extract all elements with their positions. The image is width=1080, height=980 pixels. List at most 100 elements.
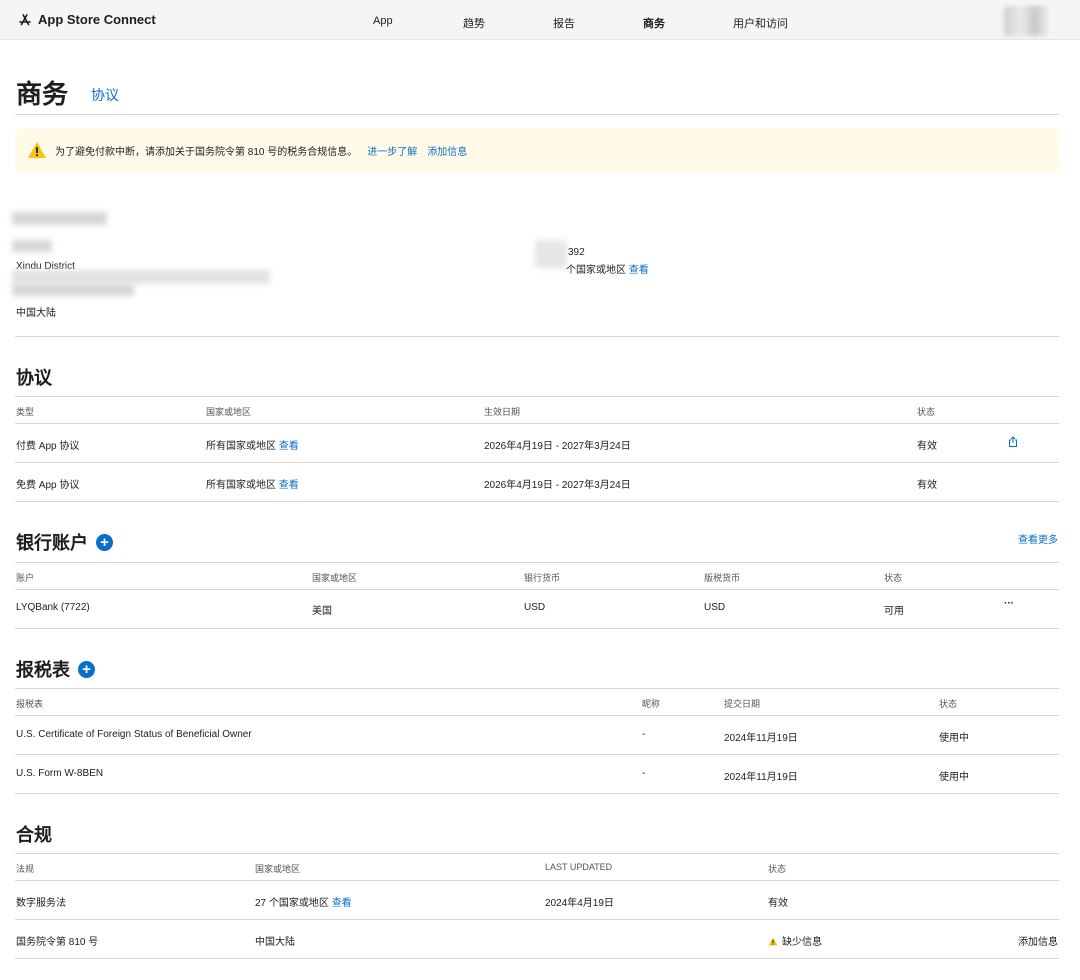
add-info-link[interactable]: 添加信息 xyxy=(427,143,467,158)
nav-item-users-access[interactable]: 用户和访问 xyxy=(733,15,788,31)
table-cell-royalty-currency: USD xyxy=(704,602,726,613)
table-cell-nickname: - xyxy=(642,729,646,740)
paid-app-agreement-link[interactable]: 付费 App 协议 xyxy=(16,437,79,452)
warning-icon xyxy=(768,937,778,946)
digital-services-act-link[interactable]: 数字服务法 xyxy=(16,894,66,909)
nav-item-business[interactable]: 商务 xyxy=(643,15,665,31)
table-cell-status: 使用中 xyxy=(939,772,969,783)
tax-form-link[interactable]: U.S. Form W-8BEN xyxy=(16,768,103,779)
table-divider xyxy=(15,396,1059,397)
table-divider xyxy=(15,562,1059,563)
table-cell-last-updated: 2024年4月19日 xyxy=(545,898,614,909)
add-info-link[interactable]: 添加信息 xyxy=(1018,933,1058,948)
agreements-title: 协议 xyxy=(16,368,52,388)
tax-form-link[interactable]: U.S. Certificate of Foreign Status of Be… xyxy=(16,729,252,740)
column-header-region: 国家或地区 xyxy=(206,407,252,417)
add-tax-form-button[interactable]: + xyxy=(78,660,95,678)
brand-logo[interactable]: App Store Connect xyxy=(18,12,156,27)
divider xyxy=(15,336,1059,337)
see-more-link[interactable]: 查看更多 xyxy=(1018,531,1058,546)
table-divider xyxy=(15,628,1059,629)
column-header-royalty-currency: 版税货币 xyxy=(704,573,741,583)
table-divider xyxy=(15,919,1059,920)
column-header-last-updated: LAST UPDATED xyxy=(545,862,613,872)
table-cell-status: 可用 xyxy=(884,606,904,617)
table-divider xyxy=(15,754,1059,755)
table-cell-status: 使用中 xyxy=(939,733,969,744)
divider xyxy=(15,114,1059,115)
nav-item-app[interactable]: App xyxy=(373,15,393,27)
banner-text: 为了避免付款中断，请添加关于国务院令第 810 号的税务合规信息。 xyxy=(55,146,358,158)
table-divider xyxy=(15,793,1059,794)
redacted-address-line xyxy=(12,270,270,284)
bank-account-link[interactable]: LYQBank (7722) xyxy=(16,602,90,613)
free-app-agreement: 免费 App 协议 xyxy=(16,480,80,491)
learn-more-link[interactable]: 进一步了解 xyxy=(367,143,417,158)
account-countries-view-link[interactable]: 查看 xyxy=(629,265,649,276)
page-title: 商务 xyxy=(16,79,69,109)
table-divider xyxy=(15,853,1059,854)
table-cell-bank-currency: USD xyxy=(524,602,546,613)
address-country: 中国大陆 xyxy=(16,308,56,319)
top-nav: App Store Connect App 趋势 报告 商务 用户和访问 xyxy=(0,0,1080,40)
column-header-nickname: 昵称 xyxy=(642,699,661,709)
account-id-suffix: 392 xyxy=(568,247,585,258)
table-cell-region: 美国 xyxy=(312,606,332,617)
redacted-account-id xyxy=(535,240,567,268)
column-header-regulation: 法规 xyxy=(16,864,35,874)
column-header-status: 状态 xyxy=(768,864,787,874)
table-cell-status: 有效 xyxy=(917,441,937,452)
region-view-link[interactable]: 查看 xyxy=(332,898,352,909)
table-divider xyxy=(15,501,1059,502)
table-cell-region: 所有国家或地区 查看 xyxy=(206,480,299,491)
column-header-effective-date: 生效日期 xyxy=(484,407,521,417)
agreements-header-link[interactable]: 协议 xyxy=(91,85,119,105)
table-divider xyxy=(15,958,1059,959)
column-header-submit-date: 提交日期 xyxy=(724,699,761,709)
column-header-status: 状态 xyxy=(939,699,958,709)
table-cell-nickname: - xyxy=(642,768,646,779)
table-cell-date: 2024年11月19日 xyxy=(724,733,798,744)
redacted-address-line xyxy=(12,240,52,252)
nav-item-trends[interactable]: 趋势 xyxy=(463,15,485,31)
table-cell-status: 有效 xyxy=(768,898,788,909)
account-avatar[interactable] xyxy=(1004,6,1048,36)
redacted-address-line xyxy=(12,284,134,296)
column-header-region: 国家或地区 xyxy=(312,573,358,583)
column-header-status: 状态 xyxy=(917,407,936,417)
table-cell-region: 所有国家或地区 查看 xyxy=(206,441,299,452)
column-header-account: 账户 xyxy=(16,573,35,583)
column-header-bank-currency: 银行货币 xyxy=(524,573,561,583)
table-cell-status: 缺少信息 xyxy=(768,933,822,948)
column-header-region: 国家或地区 xyxy=(255,864,301,874)
bank-accounts-title: 银行账户 + xyxy=(16,529,113,555)
warning-icon xyxy=(28,142,46,158)
tax-compliance-banner: 为了避免付款中断，请添加关于国务院令第 810 号的税务合规信息。 进一步了解 … xyxy=(15,128,1059,172)
more-actions-icon[interactable]: ··· xyxy=(1004,598,1014,609)
column-header-status: 状态 xyxy=(884,573,903,583)
redacted-account-name xyxy=(12,212,107,225)
table-divider xyxy=(15,688,1059,689)
compliance-title: 合规 xyxy=(16,825,52,845)
table-divider xyxy=(15,880,1059,881)
table-cell-status: 有效 xyxy=(917,480,937,491)
table-divider xyxy=(15,462,1059,463)
tax-forms-title: 报税表 + xyxy=(16,656,95,682)
table-divider xyxy=(15,589,1059,590)
table-cell-region: 中国大陆 xyxy=(255,937,295,948)
region-view-link[interactable]: 查看 xyxy=(279,441,299,452)
state-council-decree-810-link[interactable]: 国务院令第 810 号 xyxy=(16,933,98,948)
table-divider xyxy=(15,715,1059,716)
nav-item-reports[interactable]: 报告 xyxy=(553,15,575,31)
table-cell-date: 2024年11月19日 xyxy=(724,772,798,783)
account-countries: 个国家或地区 查看 xyxy=(566,265,649,276)
table-cell-date: 2026年4月19日 - 2027年3月24日 xyxy=(484,441,631,452)
table-divider xyxy=(15,423,1059,424)
app-store-icon xyxy=(19,13,31,25)
table-cell-date: 2026年4月19日 - 2027年3月24日 xyxy=(484,480,631,491)
add-bank-account-button[interactable]: + xyxy=(96,533,113,551)
region-view-link[interactable]: 查看 xyxy=(279,480,299,491)
export-icon[interactable] xyxy=(1007,436,1019,451)
column-header-tax-form: 报税表 xyxy=(16,699,44,709)
table-cell-region: 27 个国家或地区 查看 xyxy=(255,898,352,909)
